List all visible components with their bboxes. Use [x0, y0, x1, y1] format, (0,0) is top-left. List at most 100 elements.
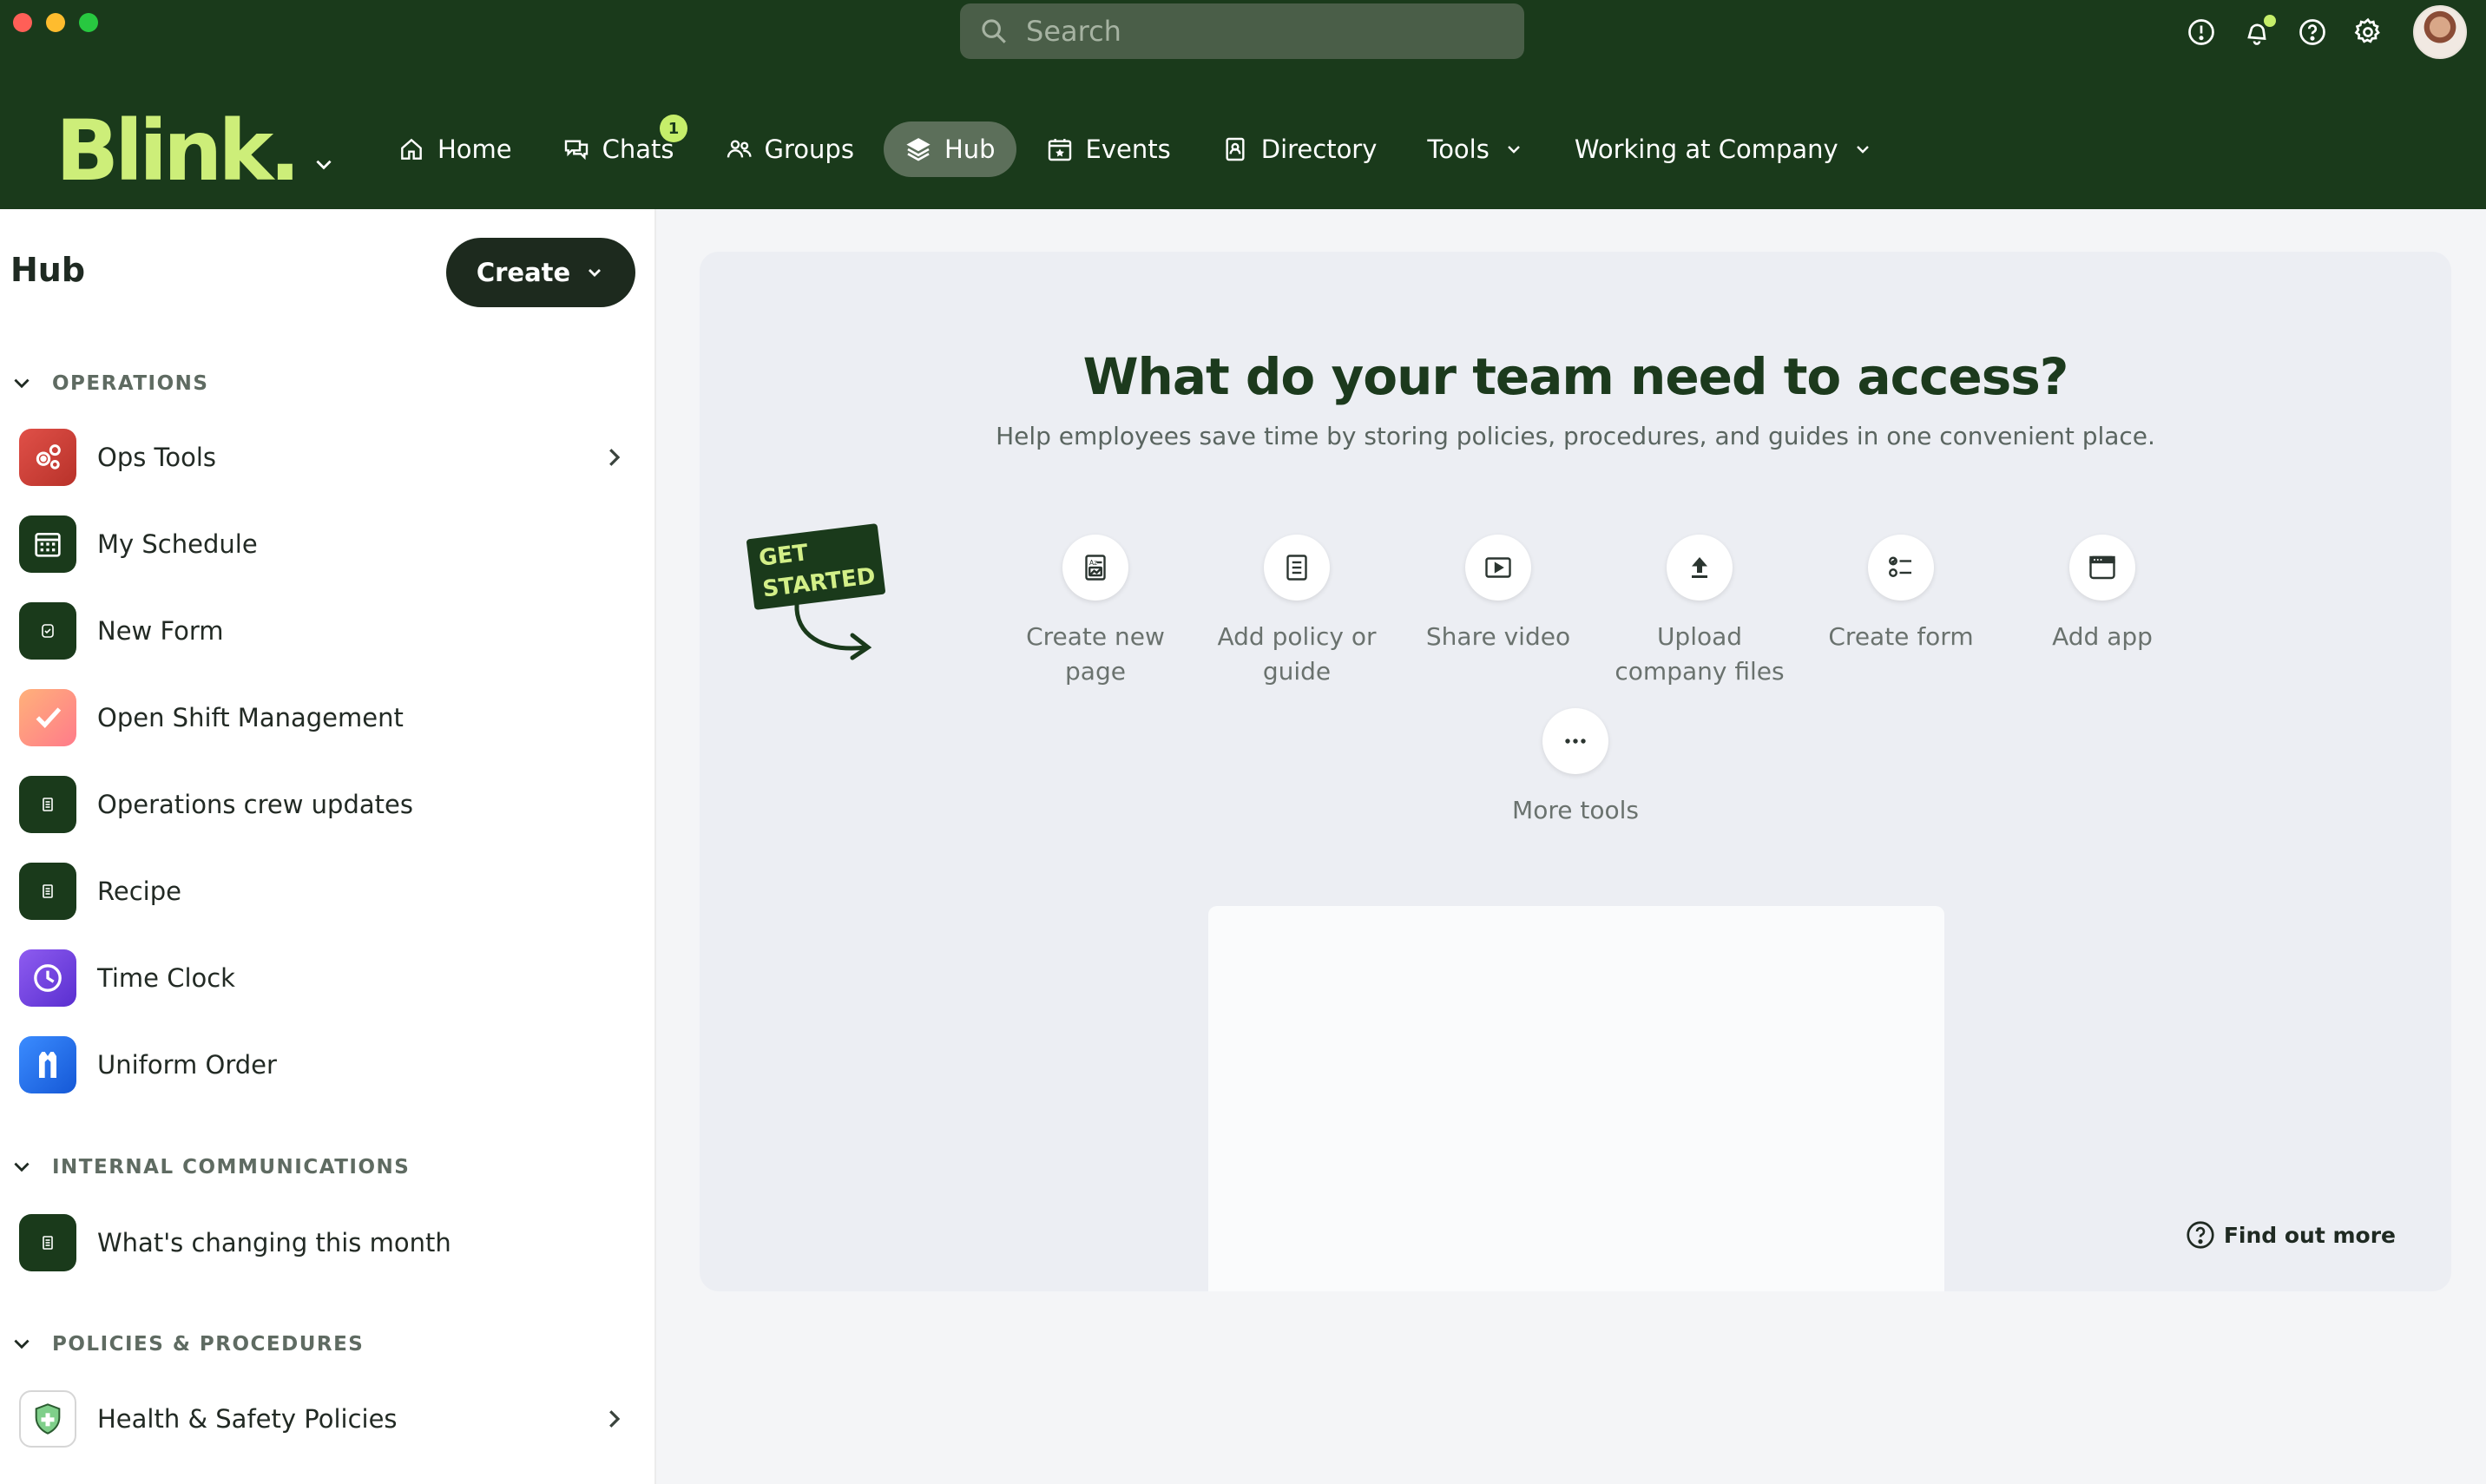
settings-icon[interactable] — [2352, 16, 2384, 48]
chevron-down-icon — [14, 378, 30, 389]
nav-home[interactable]: Home — [377, 121, 533, 177]
tool-label: Upload company files — [1615, 622, 1785, 686]
sidebar-item-label: Open Shift Management — [97, 703, 404, 732]
layers-icon — [906, 138, 931, 161]
section-title: POLICIES & PROCEDURES — [52, 1333, 365, 1356]
minimize-window-button[interactable] — [46, 13, 65, 32]
sidebar-item-label: What's changing this month — [97, 1228, 451, 1257]
top-icon-group — [2186, 5, 2467, 59]
tool-more-tools[interactable]: More tools — [1475, 708, 1676, 828]
nav-home-label: Home — [437, 135, 512, 164]
nav-working-at-company[interactable]: Working at Company — [1554, 121, 1894, 177]
page-icon: Az — [1062, 535, 1128, 601]
create-button[interactable]: Create — [446, 238, 635, 307]
get-started-sticker: GET STARTED — [746, 523, 886, 610]
hub-sidebar: Hub Create OPERATIONS Ops Tools My Sched… — [0, 209, 656, 1484]
nav-hub[interactable]: Hub — [883, 121, 1016, 177]
checkmark-icon — [19, 689, 76, 746]
tool-add-app[interactable]: Add app — [2002, 535, 2203, 689]
sidebar-item-recipe[interactable]: Recipe — [19, 861, 627, 922]
sidebar-item-time-clock[interactable]: Time Clock — [19, 948, 627, 1008]
video-icon — [1465, 535, 1531, 601]
chevron-down-icon — [589, 269, 602, 277]
sidebar-item-uniform-order[interactable]: Uniform Order — [19, 1034, 627, 1095]
chevron-right-icon[interactable] — [601, 1406, 627, 1432]
chevron-down-icon — [1508, 146, 1520, 154]
svg-text:Az: Az — [1089, 559, 1097, 567]
chats-badge: 1 — [660, 115, 687, 142]
tool-upload-company-files[interactable]: Upload company files — [1599, 535, 1800, 689]
nav-groups-label: Groups — [764, 135, 854, 164]
top-bar: Search Blink. Home Chats Groups Hub Even… — [0, 0, 2486, 209]
chevron-down-icon — [14, 1162, 30, 1172]
quick-tools-row: Az Create new page Add policy or guide S… — [995, 535, 2203, 689]
sidebar-item-open-shift-management[interactable]: Open Shift Management — [19, 687, 627, 748]
nav-tools-label: Tools — [1427, 135, 1490, 164]
groups-icon — [727, 140, 752, 158]
notification-dot — [2264, 15, 2276, 27]
sidebar-title: Hub — [10, 251, 86, 289]
create-button-label: Create — [476, 258, 571, 287]
tool-create-new-page[interactable]: Az Create new page — [995, 535, 1196, 689]
maximize-window-button[interactable] — [79, 13, 98, 32]
sidebar-item-operations-crew-updates[interactable]: Operations crew updates — [19, 774, 627, 835]
tool-create-form[interactable]: Create form — [1800, 535, 2002, 689]
sidebar-item-whats-changing[interactable]: What's changing this month — [19, 1212, 627, 1273]
nav-working-label: Working at Company — [1574, 135, 1838, 164]
section-title: INTERNAL COMMUNICATIONS — [52, 1156, 411, 1179]
find-out-more-label: Find out more — [2223, 1222, 2396, 1248]
home-icon — [401, 138, 422, 160]
sidebar-item-my-schedule[interactable]: My Schedule — [19, 514, 627, 575]
hub-empty-state-card: What do your team need to access? Help e… — [700, 252, 2451, 1291]
nav-directory-label: Directory — [1260, 135, 1378, 164]
nav-events[interactable]: Events — [1025, 121, 1192, 177]
document-icon — [19, 776, 76, 833]
nav-chats-label: Chats — [602, 135, 674, 164]
app-window-icon — [2069, 535, 2135, 601]
chevron-right-icon[interactable] — [601, 444, 627, 470]
user-avatar[interactable] — [2413, 5, 2467, 59]
section-operations[interactable]: OPERATIONS — [10, 372, 208, 395]
nav-groups[interactable]: Groups — [704, 121, 875, 177]
nav-directory[interactable]: Directory — [1200, 121, 1398, 177]
search-input[interactable]: Search — [960, 3, 1524, 59]
alert-icon[interactable] — [2186, 16, 2217, 48]
sidebar-item-label: Ops Tools — [97, 443, 216, 472]
tool-label: Create form — [1828, 622, 1974, 651]
sidebar-item-ops-tools[interactable]: Ops Tools — [19, 427, 627, 488]
document-icon — [1264, 535, 1330, 601]
form-checklist-icon — [1868, 535, 1934, 601]
sidebar-item-label: Recipe — [97, 877, 181, 906]
sidebar-item-label: Health & Safety Policies — [97, 1404, 398, 1434]
shield-icon — [19, 1390, 76, 1448]
tool-add-policy-or-guide[interactable]: Add policy or guide — [1196, 535, 1398, 689]
tool-label: Add policy or guide — [1217, 622, 1377, 686]
sidebar-item-label: Uniform Order — [97, 1050, 277, 1080]
chevron-down-icon — [14, 1339, 30, 1349]
nav-hub-label: Hub — [944, 135, 996, 164]
sidebar-item-label: New Form — [97, 616, 224, 646]
bell-icon[interactable] — [2241, 15, 2276, 48]
search-placeholder: Search — [1026, 15, 1121, 48]
tool-share-video[interactable]: Share video — [1398, 535, 1599, 689]
sidebar-item-new-form[interactable]: New Form — [19, 601, 627, 661]
section-internal-communications[interactable]: INTERNAL COMMUNICATIONS — [10, 1156, 410, 1179]
close-window-button[interactable] — [13, 13, 32, 32]
chevron-down-icon — [1856, 146, 1869, 154]
contact-book-icon — [1226, 137, 1245, 161]
calendar-icon — [19, 515, 76, 573]
help-icon[interactable] — [2297, 16, 2328, 48]
nav-tools[interactable]: Tools — [1406, 121, 1544, 177]
tool-label: Share video — [1425, 622, 1571, 651]
curved-arrow-icon — [794, 601, 872, 660]
section-policies-procedures[interactable]: POLICIES & PROCEDURES — [10, 1333, 364, 1356]
find-out-more-link[interactable]: Find out more — [2184, 1218, 2396, 1251]
document-icon — [19, 1214, 76, 1271]
tool-label: Add app — [2052, 622, 2153, 651]
chevron-down-icon[interactable] — [312, 153, 335, 179]
sidebar-item-health-safety-policies[interactable]: Health & Safety Policies — [19, 1389, 627, 1449]
blink-logo[interactable]: Blink. — [56, 109, 335, 193]
page-subline: Help employees save time by storing poli… — [996, 422, 2155, 450]
chat-icon — [564, 140, 588, 161]
sidebar-item-label: My Schedule — [97, 529, 258, 559]
